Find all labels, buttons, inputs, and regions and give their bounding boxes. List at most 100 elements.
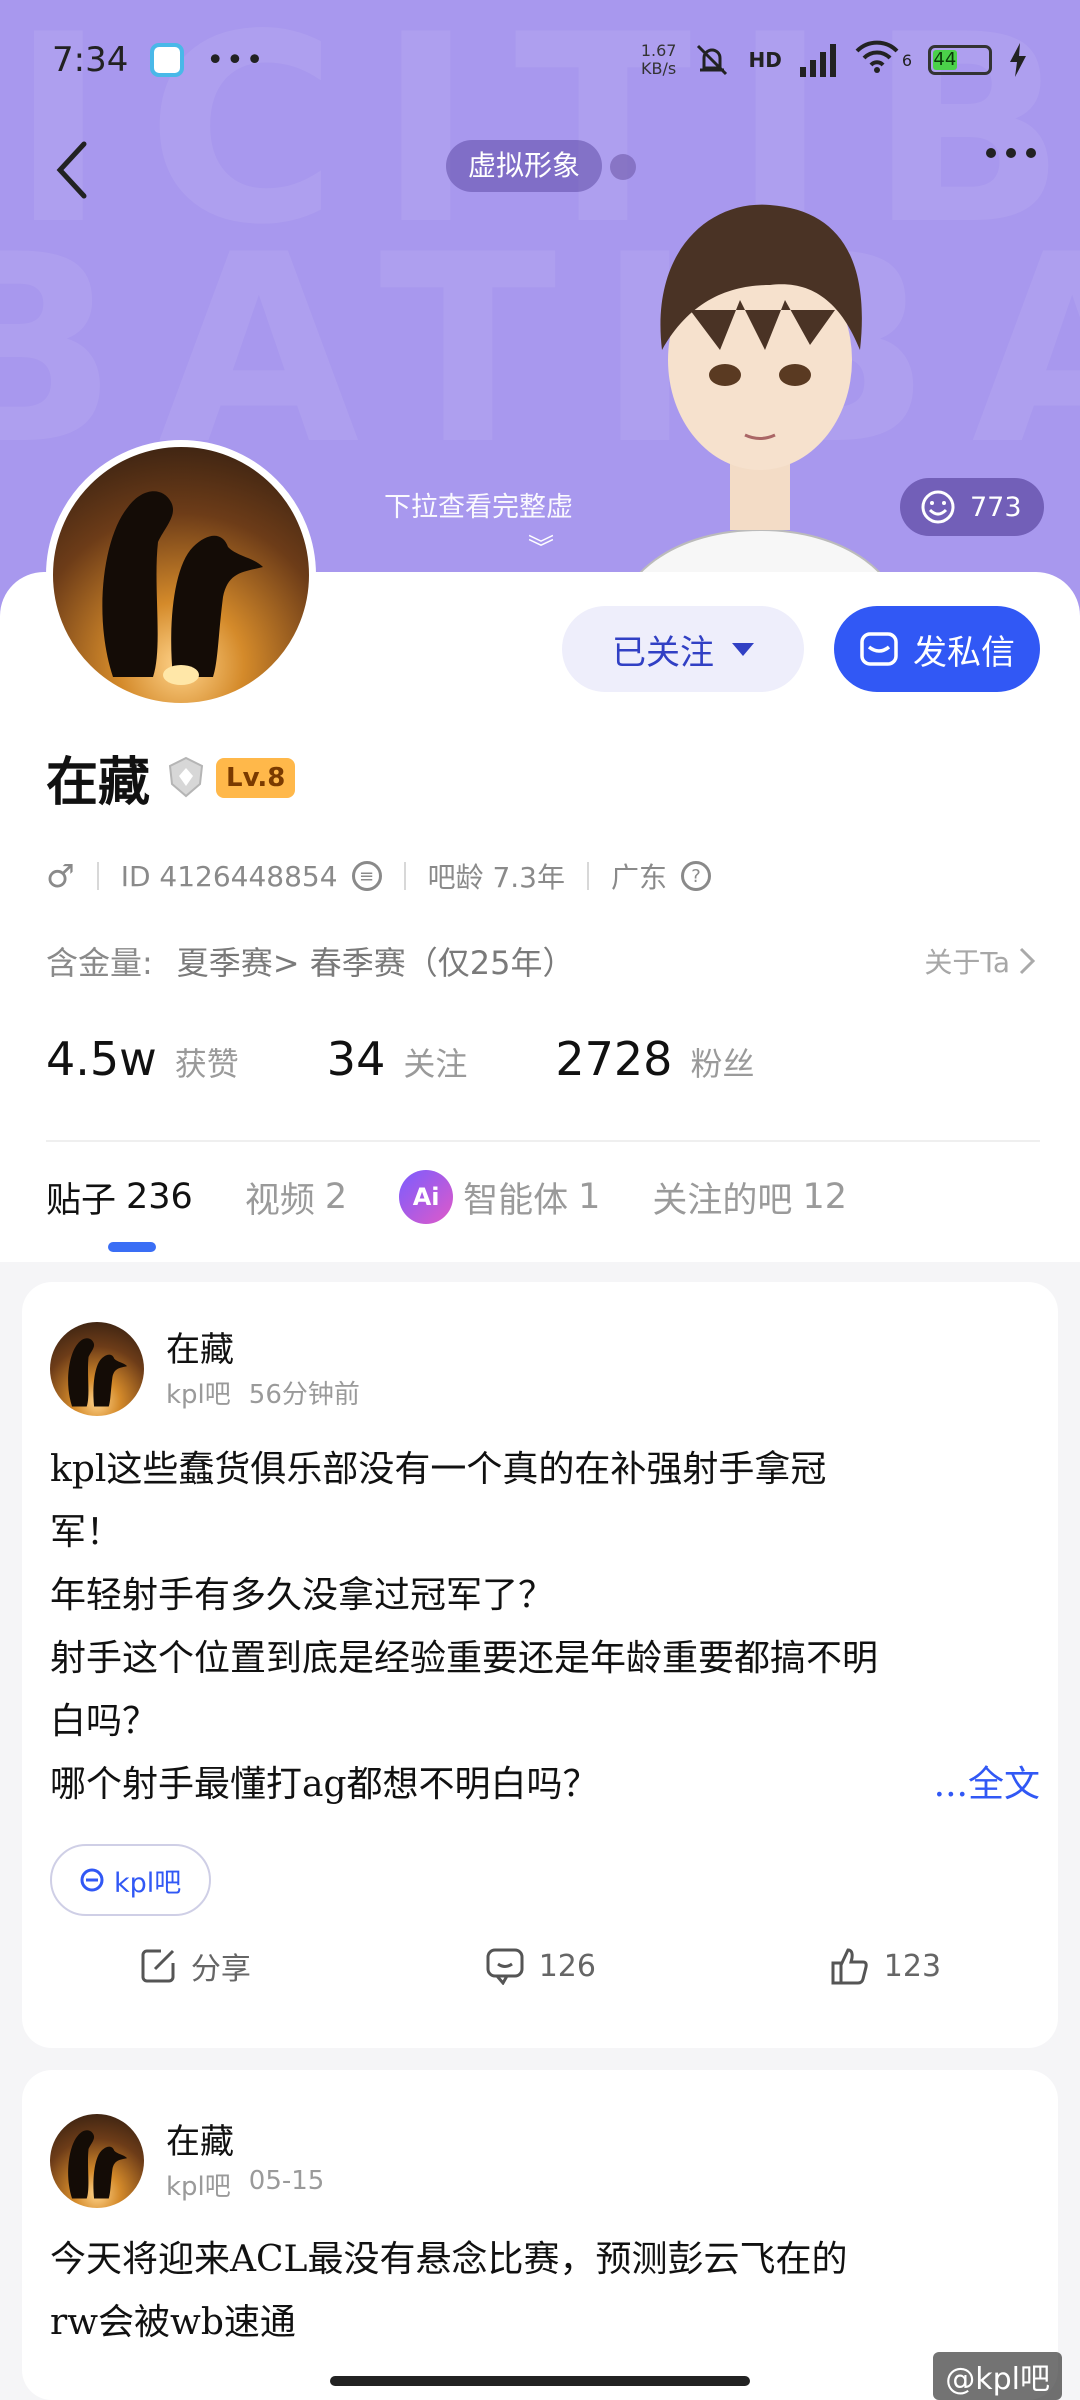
post-author[interactable]: 在藏 <box>166 2114 234 2163</box>
stats-row: 4.5w 获赞 34 关注 2728 粉丝 <box>46 1032 842 1086</box>
profile-avatar[interactable] <box>46 440 316 710</box>
signal-icon <box>799 44 836 77</box>
share-button[interactable]: 分享 <box>139 1944 251 1988</box>
stat-number: 34 <box>326 1032 386 1086</box>
tab-label: 贴子 <box>46 1180 117 1221</box>
divider <box>46 1140 1040 1142</box>
user-id[interactable]: ID 4126448854 <box>121 860 338 893</box>
wifi-icon <box>854 39 900 82</box>
gesture-nav-bar[interactable] <box>330 2376 750 2386</box>
status-time: 7:34 <box>52 40 129 80</box>
post-line: 白吗？ <box>50 1701 159 1742</box>
comment-icon <box>486 1948 524 1985</box>
read-full-link[interactable]: ...全文 <box>934 1753 1040 1816</box>
followed-button[interactable]: 已关注 <box>562 606 804 692</box>
gold-label: 含金量: <box>46 944 153 982</box>
battery-icon: 44 <box>928 45 992 75</box>
net-speed-unit: KB/s <box>641 59 677 78</box>
post-line: rw会被wb速通 <box>50 2302 296 2343</box>
profile-tabs: 贴子 236 视频 2 Ai 智能体 1 关注的吧 12 <box>46 1170 847 1224</box>
author-avatar[interactable] <box>50 1322 144 1416</box>
like-button[interactable]: 123 <box>830 1944 941 1988</box>
bar-logo-icon <box>80 1868 104 1892</box>
post-line: 射手这个位置到底是经验重要还是年龄重要都搞不明 <box>50 1638 879 1679</box>
tab-count: 2 <box>324 1177 348 1217</box>
tab-count: 236 <box>126 1177 193 1217</box>
smile-icon <box>921 490 955 524</box>
private-message-label: 发私信 <box>913 632 1015 673</box>
post-card[interactable]: 在藏 kpl吧 05-15 今天将迎来ACL最没有悬念比赛，预测彭云飞在的 rw… <box>22 2070 1058 2400</box>
profile-meta-row: ♂ ID 4126448854 ≡ 吧龄 7.3年 广东 ? <box>46 856 712 896</box>
tab-count: 1 <box>578 1177 601 1217</box>
share-icon <box>141 1949 175 1983</box>
network-type: HD <box>748 48 782 72</box>
share-label: 分享 <box>190 1952 251 1987</box>
tab-agents[interactable]: Ai 智能体 1 <box>399 1170 600 1224</box>
comment-count: 126 <box>538 1948 596 1984</box>
post-bar[interactable]: kpl吧 <box>166 2166 231 2203</box>
followed-label: 已关注 <box>612 632 714 673</box>
like-count: 123 <box>883 1948 942 1984</box>
penguin-avatar-image <box>102 491 263 685</box>
message-icon <box>860 632 898 666</box>
help-icon[interactable]: ? <box>681 861 712 891</box>
post-card[interactable]: 在藏 kpl吧 56分钟前 kpl这些蠢货俱乐部没有一个真的在补强射手拿冠 军！… <box>22 1282 1058 2048</box>
tab-followed-bars[interactable]: 关注的吧 12 <box>652 1172 847 1223</box>
net-speed-value: 1.67 <box>640 41 677 60</box>
post-content[interactable]: kpl这些蠢货俱乐部没有一个真的在补强射手拿冠 军！ 年轻射手有多久没拿过冠军了… <box>50 1438 1040 1816</box>
caret-down-icon <box>732 642 754 656</box>
tab-count: 12 <box>802 1177 847 1217</box>
tab-posts[interactable]: 贴子 236 <box>46 1172 193 1223</box>
post-time: 56分钟前 <box>248 1380 360 1410</box>
stat-label: 粉丝 <box>690 1045 755 1083</box>
shield-badge-icon <box>168 756 204 798</box>
net-speed: 1.67 KB/s <box>641 42 677 78</box>
stat-label: 关注 <box>403 1045 468 1083</box>
copy-icon[interactable]: ≡ <box>351 861 382 891</box>
virtual-avatar-figure[interactable] <box>570 150 950 640</box>
gold-content-row: 含金量: 夏季赛> 春季赛（仅25年） 关于Ta <box>46 938 1036 984</box>
tab-videos[interactable]: 视频 2 <box>245 1172 347 1223</box>
battery-level: 44 <box>933 49 957 70</box>
bar-age: 吧龄 7.3年 <box>427 861 565 894</box>
post-meta: kpl吧 05-15 <box>166 2166 324 2203</box>
post-author[interactable]: 在藏 <box>166 1322 234 1371</box>
comment-button[interactable]: 126 <box>485 1944 596 1988</box>
post-content[interactable]: 今天将迎来ACL最没有悬念比赛，预测彭云飞在的 rw会被wb速通 <box>50 2228 1040 2354</box>
bar-tag-chip[interactable]: kpl吧 <box>50 1844 212 1916</box>
author-avatar[interactable] <box>50 2114 144 2208</box>
about-link[interactable]: 关于Ta <box>924 941 1036 981</box>
back-arrow-icon[interactable] <box>50 140 94 200</box>
post-line: 今天将迎来ACL最没有悬念比赛，预测彭云飞在的 <box>50 2239 848 2280</box>
mute-icon <box>697 44 728 76</box>
post-line: kpl这些蠢货俱乐部没有一个真的在补强射手拿冠 <box>50 1449 827 1490</box>
pull-down-hint: 下拉查看完整虚 <box>384 492 573 523</box>
stat-following[interactable]: 34 关注 <box>327 1032 468 1086</box>
post-line: 军！ <box>50 1512 123 1553</box>
region: 广东 <box>611 861 668 894</box>
username: 在藏 <box>46 752 151 813</box>
stat-number: 2728 <box>555 1032 673 1086</box>
post-bar[interactable]: kpl吧 <box>166 1374 231 1411</box>
tab-label: 视频 <box>244 1180 315 1221</box>
more-dots-icon: ••• <box>206 42 266 78</box>
gender-icon: ♂ <box>46 857 75 895</box>
post-time: 05-15 <box>248 2166 325 2196</box>
post-line: 哪个射手最懂打ag都想不明白吗？ <box>50 1764 599 1805</box>
charging-icon <box>1010 43 1026 77</box>
app-icon <box>150 43 185 77</box>
post-meta: kpl吧 56分钟前 <box>166 1374 360 1411</box>
private-message-button[interactable]: 发私信 <box>834 606 1040 692</box>
status-bar: 7:34 ••• 1.67 KB/s HD 6 44 <box>0 0 1080 120</box>
about-label: 关于Ta <box>924 946 1010 979</box>
stat-likes[interactable]: 4.5w 获赞 <box>46 1032 239 1086</box>
more-options-button[interactable] <box>986 148 1036 158</box>
avatar-like-chip[interactable]: 773 <box>900 478 1044 536</box>
gold-value: 夏季赛> 春季赛（仅25年） <box>176 944 575 982</box>
post-actions: 分享 126 123 <box>22 1944 1058 1988</box>
stat-fans[interactable]: 2728 粉丝 <box>555 1032 754 1086</box>
wifi-label: 6 <box>901 50 912 70</box>
active-tab-indicator <box>108 1242 156 1252</box>
level-badge: Lv.8 <box>216 758 296 798</box>
thumbs-up-icon <box>831 1948 868 1985</box>
